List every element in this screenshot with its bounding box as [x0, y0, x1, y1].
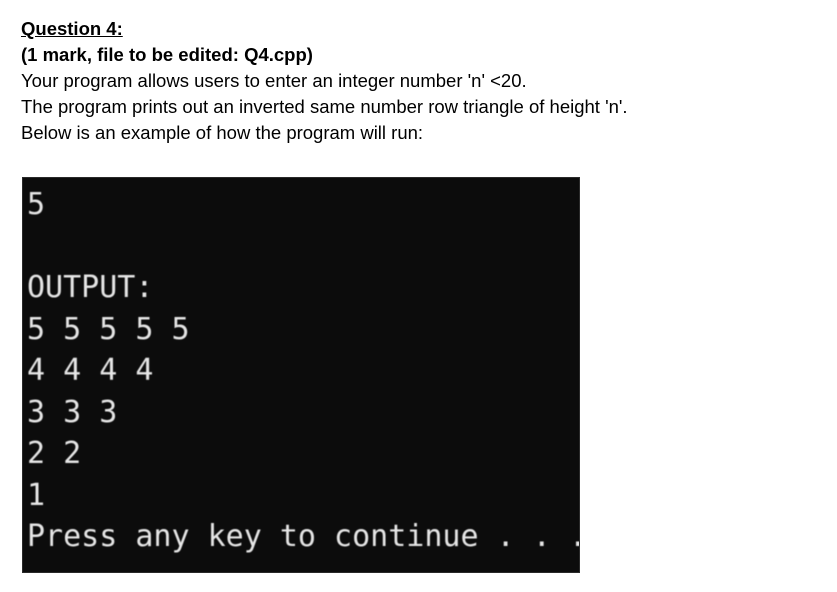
- question-heading: Question 4:: [21, 18, 123, 39]
- console-output: 5 OUTPUT: 5 5 5 5 5 4 4 4 4 3 3 3 2 2 1 …: [27, 184, 579, 558]
- console-row-4: 2 2: [27, 436, 82, 471]
- question-subheading: (1 mark, file to be edited: Q4.cpp): [21, 44, 313, 65]
- question-document: Question 4: (1 mark, file to be edited: …: [21, 16, 821, 146]
- console-screenshot: 5 OUTPUT: 5 5 5 5 5 4 4 4 4 3 3 3 2 2 1 …: [22, 177, 580, 573]
- console-row-5: 1: [27, 477, 46, 513]
- console-continue-prompt: Press any key to continue . . .: [27, 519, 580, 554]
- instruction-line-2: The program prints out an inverted same …: [21, 96, 628, 117]
- instruction-line-3: Below is an example of how the program w…: [21, 122, 424, 143]
- console-row-1: 5 5 5 5 5: [27, 311, 190, 347]
- console-row-2: 4 4 4 4: [27, 353, 154, 388]
- instruction-line-1: Your program allows users to enter an in…: [21, 70, 527, 91]
- console-row-3: 3 3 3: [27, 394, 118, 430]
- console-output-label: OUTPUT:: [27, 270, 154, 305]
- console-input-value: 5: [27, 187, 46, 222]
